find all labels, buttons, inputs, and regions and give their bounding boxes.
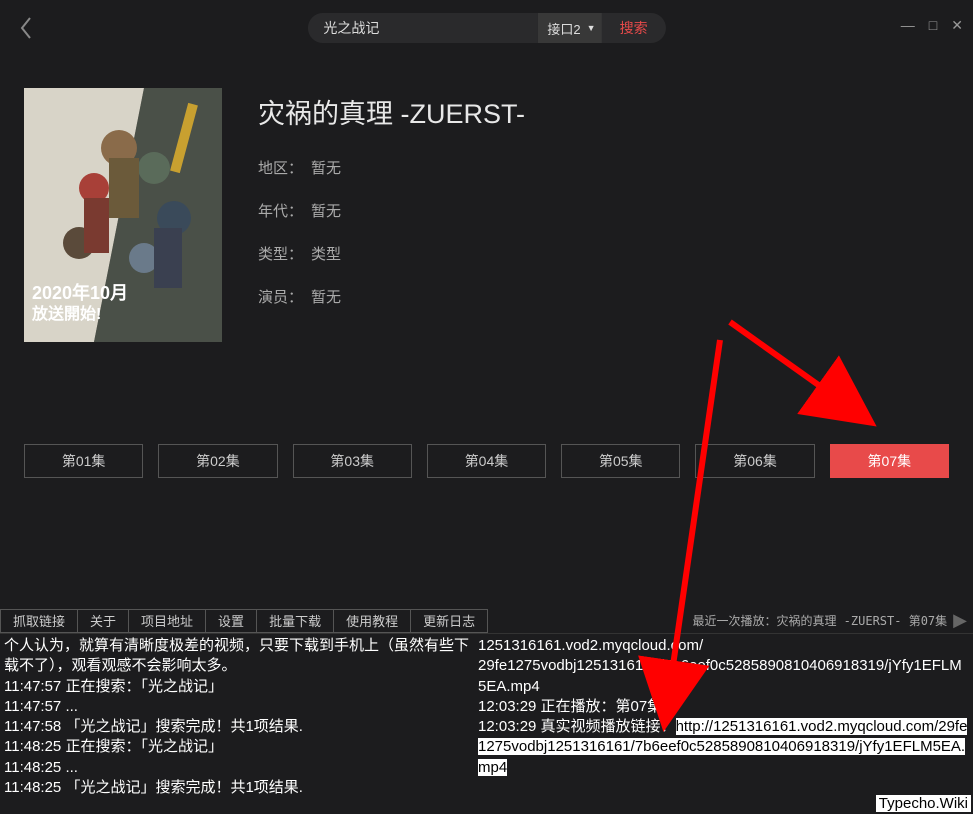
- info-cast: 演员：暂无: [258, 286, 525, 307]
- chevron-down-icon: ▼: [587, 23, 596, 33]
- poster-image: 2020年10月 放送開始!: [24, 88, 222, 342]
- log-panel-left: 个人认为，就算有清晰度极差的视频，只要下载到手机上（虽然有些下载不了），观看观感…: [0, 634, 474, 814]
- back-button[interactable]: [12, 14, 40, 42]
- tab-project-url[interactable]: 项目地址: [128, 609, 206, 633]
- info-year: 年代：暂无: [258, 200, 525, 221]
- log-line: 12:03:29 真实视频播放链接：http://1251316161.vod2…: [478, 717, 969, 778]
- info-region: 地区：暂无: [258, 157, 525, 178]
- log-line: 11:47:57 正在搜索：「光之战记」: [4, 677, 470, 697]
- media-title: 灾祸的真理 -ZUERST-: [258, 92, 525, 131]
- tab-settings[interactable]: 设置: [205, 609, 257, 633]
- episode-button-5[interactable]: 第05集: [561, 444, 680, 478]
- interface-label: 接口2: [547, 19, 580, 38]
- search-input[interactable]: [307, 13, 537, 43]
- episode-button-2[interactable]: 第02集: [158, 444, 277, 478]
- last-played-label: 最近一次播放：灾祸的真理 -ZUERST- 第07集: [692, 612, 947, 629]
- watermark: Typecho.Wiki: [876, 795, 971, 812]
- tab-about[interactable]: 关于: [77, 609, 129, 633]
- episode-button-6[interactable]: 第06集: [695, 444, 814, 478]
- play-icon[interactable]: ▶: [953, 610, 967, 631]
- tab-grab-link[interactable]: 抓取链接: [0, 609, 78, 633]
- close-button[interactable]: ✕: [951, 18, 963, 32]
- log-line: 11:47:58 「光之战记」搜索完成！共1项结果.: [4, 717, 470, 737]
- log-line: 11:48:25 ...: [4, 758, 470, 778]
- episode-button-7[interactable]: 第07集: [830, 444, 949, 478]
- log-line: 12:03:29 正在播放：第07集: [478, 697, 969, 717]
- tab-changelog[interactable]: 更新日志: [410, 609, 488, 633]
- interface-select[interactable]: 接口2 ▼: [537, 13, 601, 43]
- log-line: 个人认为，就算有清晰度极差的视频，只要下载到手机上（虽然有些下载不了），观看观感…: [4, 636, 470, 677]
- tab-tutorial[interactable]: 使用教程: [333, 609, 411, 633]
- tab-batch-download[interactable]: 批量下载: [256, 609, 334, 633]
- log-line: 11:48:25 「光之战记」搜索完成！共1项结果.: [4, 778, 470, 798]
- info-type: 类型：类型: [258, 243, 525, 264]
- episode-button-3[interactable]: 第03集: [293, 444, 412, 478]
- log-line: 11:48:25 正在搜索：「光之战记」: [4, 737, 470, 757]
- poster-badge-line2: 放送開始!: [32, 305, 128, 326]
- log-panel-right: 1251316161.vod2.myqcloud.com/29fe1275vod…: [474, 634, 973, 814]
- log-line: 1251316161.vod2.myqcloud.com/29fe1275vod…: [478, 636, 969, 697]
- poster-badge-line1: 2020年10月: [32, 282, 128, 305]
- maximize-button[interactable]: □: [929, 18, 937, 32]
- search-button[interactable]: 搜索: [602, 13, 666, 43]
- minimize-button[interactable]: —: [901, 18, 915, 32]
- episode-button-1[interactable]: 第01集: [24, 444, 143, 478]
- log-line: 11:47:57 ...: [4, 697, 470, 717]
- episode-button-4[interactable]: 第04集: [427, 444, 546, 478]
